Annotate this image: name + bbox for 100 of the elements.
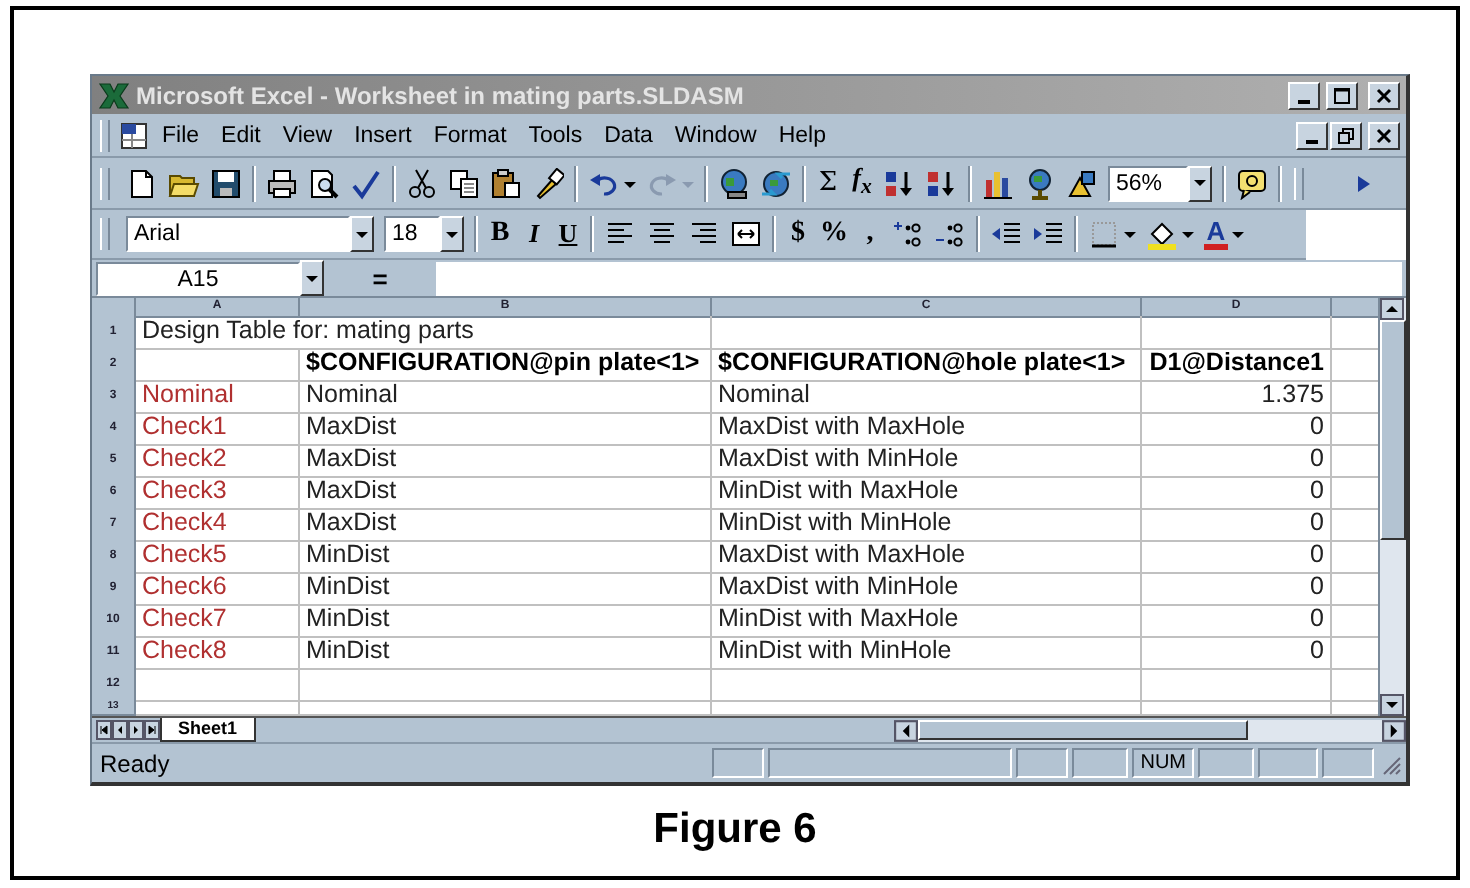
- dropdown-button[interactable]: [1188, 165, 1212, 201]
- save-icon[interactable]: [210, 167, 242, 199]
- figure-caption: Figure 6: [651, 806, 819, 854]
- minimize-icon: [1306, 139, 1318, 143]
- close-button[interactable]: [1368, 121, 1400, 149]
- table-cell: MaxDist: [300, 412, 712, 446]
- scroll-down-icon[interactable]: [1380, 694, 1405, 716]
- restore-button[interactable]: [1330, 121, 1362, 149]
- close-button[interactable]: [1368, 81, 1400, 109]
- copy-icon[interactable]: [448, 167, 480, 199]
- autosum-button[interactable]: Σ: [816, 167, 840, 199]
- italic-button[interactable]: I: [522, 218, 546, 250]
- globe-icon[interactable]: [718, 167, 750, 199]
- sort-ascending-icon[interactable]: [884, 167, 916, 199]
- caret-icon: [1194, 180, 1206, 186]
- formula-field[interactable]: [436, 261, 1402, 295]
- table-cell: 0: [1142, 476, 1332, 510]
- horizontal-scrollbar[interactable]: [894, 719, 1406, 741]
- maximize-button[interactable]: [1326, 81, 1358, 109]
- table-cell: Check4: [136, 508, 300, 542]
- status-pane: [712, 748, 765, 778]
- minimize-button[interactable]: [1296, 121, 1328, 149]
- cut-icon[interactable]: [406, 167, 438, 199]
- drawing-icon[interactable]: [1066, 167, 1098, 199]
- table-cell: MinDist with MinHole: [712, 636, 1142, 670]
- workbook-icon[interactable]: [118, 119, 150, 151]
- table-cell: MaxDist: [300, 444, 712, 478]
- scroll-right-icon[interactable]: [1382, 719, 1406, 741]
- previous-sheet-icon[interactable]: [112, 720, 128, 740]
- comma-button[interactable]: ,: [858, 218, 882, 250]
- scroll-up-icon[interactable]: [1380, 298, 1405, 320]
- dropdown-button[interactable]: [300, 260, 324, 296]
- dropdown-button[interactable]: [350, 216, 374, 252]
- menu-item[interactable]: Data: [594, 123, 663, 147]
- name-box[interactable]: A15: [96, 261, 300, 295]
- status-pane: [1016, 748, 1069, 778]
- close-icon: [1374, 125, 1394, 145]
- borders-icon[interactable]: [1088, 218, 1120, 250]
- print-preview-icon[interactable]: [308, 167, 340, 199]
- scroll-thumb[interactable]: [918, 720, 1248, 740]
- table-cell: 0: [1142, 508, 1332, 542]
- menu-item[interactable]: Format: [423, 123, 517, 147]
- paste-icon[interactable]: [490, 167, 522, 199]
- font-color-button[interactable]: A: [1204, 218, 1228, 250]
- increase-decimal-icon[interactable]: [892, 218, 924, 250]
- help-icon[interactable]: [1236, 167, 1268, 199]
- percent-button[interactable]: %: [820, 218, 848, 250]
- table-cell: 0: [1142, 636, 1332, 670]
- last-sheet-icon[interactable]: [144, 720, 160, 740]
- new-document-icon[interactable]: [126, 167, 158, 199]
- table-cell: MaxDist with MaxHole: [712, 540, 1142, 574]
- scroll-thumb[interactable]: [1380, 320, 1406, 540]
- format-painter-icon[interactable]: [532, 167, 564, 199]
- sheet-tab[interactable]: Sheet1: [160, 718, 256, 742]
- status-text: Ready: [100, 749, 170, 777]
- minimize-button[interactable]: [1288, 81, 1320, 109]
- scroll-left-icon[interactable]: [894, 719, 918, 741]
- function-button[interactable]: f$_{x}$: [850, 162, 874, 204]
- sort-descending-icon[interactable]: [926, 167, 958, 199]
- excel-logo-icon: [98, 79, 130, 111]
- table-cell: Check3: [136, 476, 300, 510]
- globe-arrows-icon[interactable]: [760, 167, 792, 199]
- zoom-field[interactable]: 56%: [1108, 165, 1188, 201]
- menu-item[interactable]: File: [152, 123, 210, 147]
- next-sheet-icon[interactable]: [128, 720, 144, 740]
- spelling-check-icon[interactable]: [350, 167, 382, 199]
- first-sheet-icon[interactable]: [96, 720, 112, 740]
- currency-button[interactable]: $: [786, 218, 810, 250]
- menu-item[interactable]: Window: [664, 123, 767, 147]
- table-cell: $CONFIGURATION@pin plate<1>: [300, 348, 712, 382]
- bold-button[interactable]: B: [488, 218, 512, 250]
- merge-center-icon[interactable]: [730, 218, 762, 250]
- font-field[interactable]: Arial: [126, 216, 350, 252]
- menu-item[interactable]: View: [272, 123, 343, 147]
- table-cell: MinDist: [300, 604, 712, 638]
- table-cell: MinDist: [300, 636, 712, 670]
- dropdown-button[interactable]: [440, 216, 464, 252]
- table-cell: 0: [1142, 444, 1332, 478]
- chart-icon[interactable]: [982, 167, 1014, 199]
- table-cell: Nominal: [712, 380, 1142, 414]
- table-cell: Check1: [136, 412, 300, 446]
- vertical-scrollbar[interactable]: [1378, 298, 1406, 716]
- resize-grip-icon[interactable]: [1378, 751, 1402, 775]
- underline-button[interactable]: U: [556, 218, 580, 250]
- table-cell: 0: [1142, 572, 1332, 606]
- status-pane: [1198, 748, 1254, 778]
- menu-item[interactable]: Edit: [211, 123, 271, 147]
- table-cell: 0: [1142, 604, 1332, 638]
- table-cell: Design Table for: mating parts: [136, 316, 712, 350]
- menu-item[interactable]: Tools: [518, 123, 593, 147]
- maximize-icon: [1332, 85, 1352, 105]
- font-size-field[interactable]: 18: [384, 216, 440, 252]
- restore-icon: [1336, 125, 1356, 145]
- menu-item[interactable]: Insert: [344, 123, 422, 147]
- fill-color-icon[interactable]: [1146, 218, 1178, 250]
- decrease-decimal-icon[interactable]: [934, 218, 966, 250]
- menu-item[interactable]: Help: [768, 123, 836, 147]
- table-cell: MinDist: [300, 540, 712, 574]
- table-cell: 1.375: [1142, 380, 1332, 414]
- print-icon[interactable]: [266, 167, 298, 199]
